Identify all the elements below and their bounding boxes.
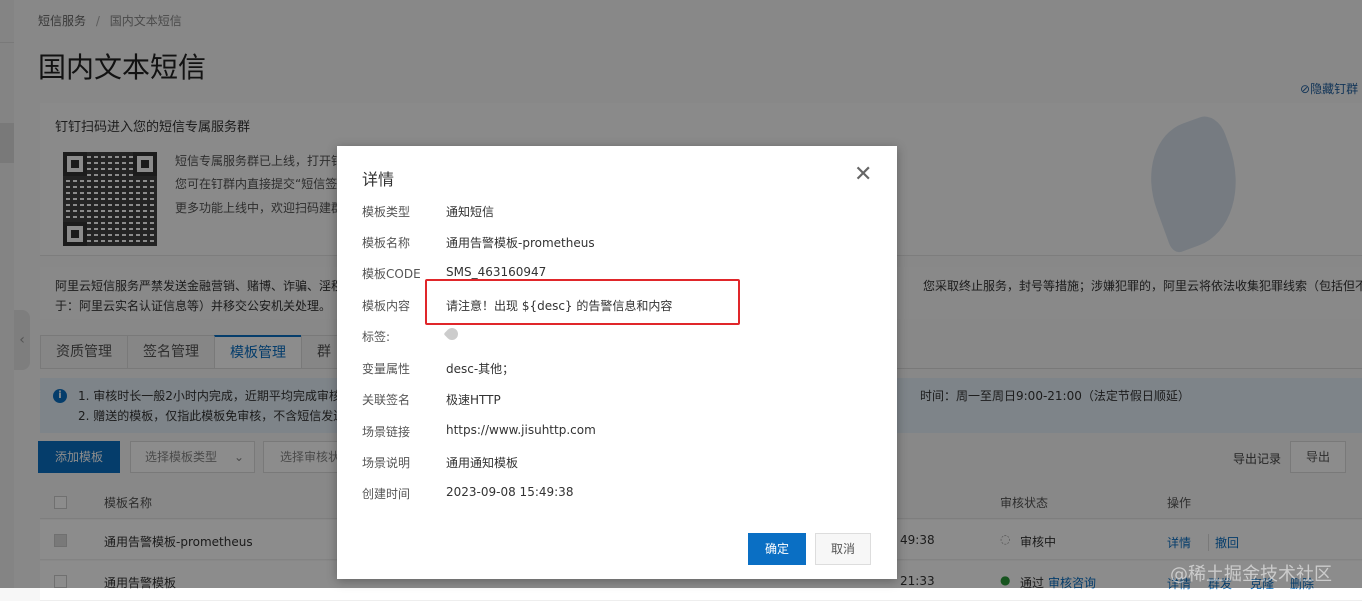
field-variables: 变量属性 desc-其他； [362,360,514,377]
field-value: 极速HTTP [446,393,501,407]
field-label: 场景链接 [362,425,411,439]
field-value: 通知短信 [446,205,495,219]
field-value: 请注意！出现 ${desc} 的告警信息和内容 [446,299,673,313]
modal-title: 详情 [362,170,395,189]
field-value: 2023-09-08 15:49:38 [446,485,574,499]
watermark: @稀土掘金技术社区 [1170,564,1332,585]
field-value: desc-其他； [446,362,515,376]
field-template-code: 模板CODE SMS_463160947 [362,265,546,282]
tag-icon[interactable] [443,325,461,343]
field-value: SMS_463160947 [446,265,547,279]
confirm-button[interactable]: 确定 [748,533,806,565]
field-label: 模板名称 [362,236,411,250]
field-template-type: 模板类型 通知短信 [362,203,494,220]
field-label: 创建时间 [362,487,411,501]
field-label: 场景说明 [362,456,411,470]
cancel-button[interactable]: 取消 [815,533,871,565]
field-scene-desc: 场景说明 通用通知模板 [362,454,518,471]
field-template-content: 模板内容 请注意！出现 ${desc} 的告警信息和内容 [362,297,672,314]
field-label: 模板类型 [362,205,411,219]
field-value: 通用告警模板-prometheus [446,236,595,250]
details-modal: 详情 ✕ 模板类型 通知短信 模板名称 通用告警模板-prometheus 模板CO… [337,146,897,579]
field-value: https://www.jisuhttp.com [446,423,596,437]
close-icon[interactable]: ✕ [854,164,872,186]
field-label: 模板CODE [362,267,421,281]
field-label: 标签: [362,330,391,344]
field-value: 通用通知模板 [446,456,519,470]
field-scene-link: 场景链接 https://www.jisuhttp.com [362,423,596,440]
field-label: 关联签名 [362,393,411,407]
field-tags: 标签: [362,325,461,345]
field-signature: 关联签名 极速HTTP [362,391,501,408]
field-label: 模板内容 [362,299,411,313]
field-created-time: 创建时间 2023-09-08 15:49:38 [362,485,573,502]
field-label: 变量属性 [362,362,411,376]
field-template-name: 模板名称 通用告警模板-prometheus [362,234,595,251]
